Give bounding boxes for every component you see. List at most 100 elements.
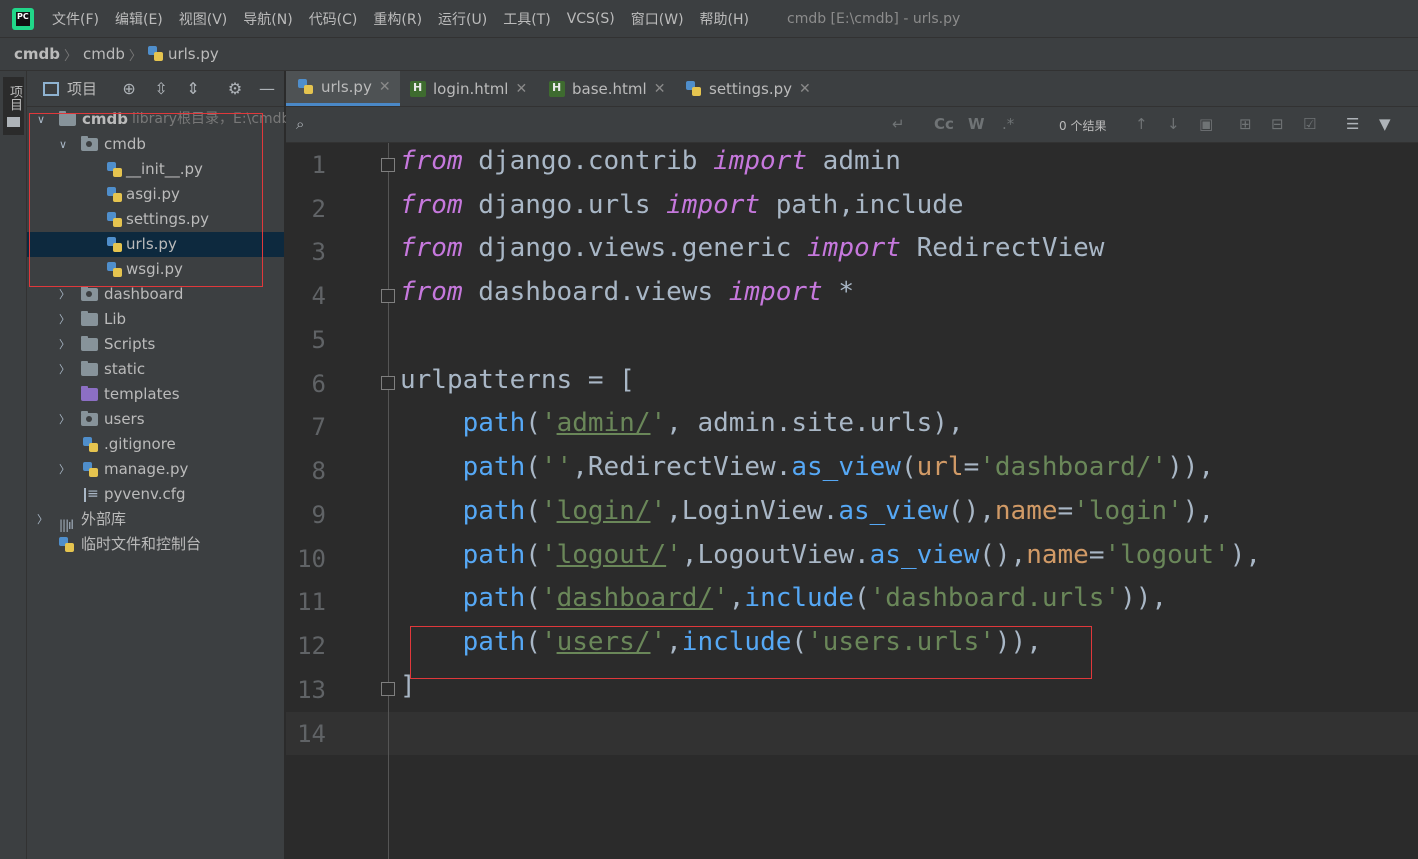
- regex-icon[interactable]: .*: [1002, 115, 1014, 133]
- search-icon[interactable]: ⌕: [296, 115, 304, 133]
- menu-view[interactable]: 视图(V): [171, 9, 236, 29]
- scratches-icon: [59, 537, 74, 552]
- tree-item-label: .gitignore: [104, 435, 176, 453]
- tree-item-lib[interactable]: 〉 Lib: [27, 307, 284, 332]
- code-line[interactable]: path('users/',include('users.urls')),: [400, 627, 1042, 657]
- menu-navigate[interactable]: 导航(N): [235, 9, 300, 29]
- add-occurrence-icon[interactable]: ⊞: [1239, 115, 1252, 133]
- breadcrumb-project[interactable]: cmdb: [0, 45, 64, 63]
- menu-window[interactable]: 窗口(W): [623, 9, 692, 29]
- close-icon[interactable]: ✕: [654, 81, 666, 97]
- gear-icon[interactable]: ⚙: [225, 79, 245, 99]
- tree-item-scripts[interactable]: 〉 Scripts: [27, 332, 284, 357]
- menu-run[interactable]: 运行(U): [430, 9, 495, 29]
- filter-lines-icon[interactable]: ☰: [1346, 115, 1359, 133]
- chevron-right-icon[interactable]: 〉: [59, 407, 71, 432]
- code-line[interactable]: from django.urls import path,include: [400, 190, 964, 220]
- tab-login[interactable]: login.html ✕: [410, 71, 527, 106]
- chevron-right-icon[interactable]: 〉: [59, 332, 71, 357]
- code-line[interactable]: ]: [400, 671, 416, 701]
- tree-item-init[interactable]: __init__.py: [27, 157, 284, 182]
- menu-code[interactable]: 代码(C): [301, 9, 366, 29]
- menu-vcs[interactable]: VCS(S): [559, 11, 623, 27]
- menu-help[interactable]: 帮助(H): [692, 9, 757, 29]
- tab-urls[interactable]: urls.py ✕: [286, 71, 400, 106]
- tree-item-urls[interactable]: urls.py: [27, 232, 284, 257]
- search-results-count: 0 个结果: [1059, 119, 1107, 133]
- hide-icon[interactable]: —: [257, 79, 277, 99]
- expand-all-icon[interactable]: ⇳: [151, 79, 171, 99]
- breadcrumb-file[interactable]: urls.py: [164, 45, 223, 63]
- remove-occurrence-icon[interactable]: ⊟: [1271, 115, 1284, 133]
- project-panel-title[interactable]: 项目: [67, 78, 97, 99]
- match-case-icon[interactable]: Cc: [934, 115, 954, 133]
- tree-item-manage[interactable]: 〉 manage.py: [27, 457, 284, 482]
- menu-tools[interactable]: 工具(T): [495, 9, 558, 29]
- locate-icon[interactable]: ⊕: [119, 79, 139, 99]
- tree-item-root[interactable]: ∨ cmdb library根目录，E:\cmdb: [27, 107, 290, 132]
- caret-row: [286, 712, 1418, 755]
- tree-item-label: pyvenv.cfg: [104, 485, 186, 503]
- chevron-right-icon[interactable]: 〉: [59, 357, 71, 382]
- tab-settings[interactable]: settings.py ✕: [686, 71, 811, 106]
- code-line[interactable]: path('login/',LoginView.as_view(),name='…: [400, 496, 1214, 526]
- pycharm-logo-icon: PC: [12, 7, 34, 30]
- code-line[interactable]: from django.views.generic import Redirec…: [400, 233, 1104, 263]
- menu-file[interactable]: 文件(F): [44, 9, 107, 29]
- python-file-icon: [107, 237, 122, 252]
- chevron-right-icon[interactable]: 〉: [59, 307, 71, 332]
- fold-icon[interactable]: [381, 376, 395, 390]
- code-line[interactable]: urlpatterns = [: [400, 365, 635, 395]
- filter-icon[interactable]: ▼: [1379, 115, 1391, 133]
- collapse-all-icon[interactable]: ⇕: [183, 79, 203, 99]
- close-icon[interactable]: ✕: [799, 81, 811, 97]
- chevron-right-icon[interactable]: 〉: [59, 457, 71, 482]
- search-input[interactable]: [316, 113, 876, 135]
- code-line[interactable]: path('dashboard/',include('dashboard.url…: [400, 583, 1167, 613]
- code-editor[interactable]: 1 2 3 4 5 6 7 8 9 10 11 12 13 14 from dj…: [286, 143, 1418, 859]
- chevron-right-icon[interactable]: 〉: [59, 282, 71, 307]
- ignore-file-icon: [83, 437, 98, 452]
- tree-item-scratches[interactable]: 临时文件和控制台: [27, 532, 284, 557]
- tree-item-asgi[interactable]: asgi.py: [27, 182, 284, 207]
- close-icon[interactable]: ✕: [379, 79, 391, 95]
- fold-icon[interactable]: [381, 158, 395, 172]
- fold-icon[interactable]: [381, 682, 395, 696]
- tree-root-label: cmdb: [82, 110, 128, 128]
- code-line[interactable]: from django.contrib import admin: [400, 146, 901, 176]
- select-all-icon[interactable]: ▣: [1199, 115, 1213, 133]
- find-bar: ⌕ ↵ Cc W .* 0 个结果 ↑ ↓ ▣ ⊞ ⊟ ☑ ☰ ▼: [286, 107, 1418, 143]
- new-line-icon[interactable]: ↵: [892, 115, 905, 133]
- tree-item-users[interactable]: 〉 users: [27, 407, 284, 432]
- tree-item-label: 临时文件和控制台: [81, 535, 202, 553]
- menu-refactor[interactable]: 重构(R): [365, 9, 430, 29]
- tree-item-pyvenv[interactable]: pyvenv.cfg: [27, 482, 284, 507]
- html-file-icon: [549, 80, 565, 97]
- code-line[interactable]: path('logout/',LogoutView.as_view(),name…: [400, 540, 1261, 570]
- fold-icon[interactable]: [381, 289, 395, 303]
- arrow-down-icon[interactable]: ↓: [1167, 115, 1180, 133]
- tree-item-static[interactable]: 〉 static: [27, 357, 284, 382]
- tab-base[interactable]: base.html ✕: [549, 71, 665, 106]
- tree-item-external-libs[interactable]: 〉 |||ıl 外部库: [27, 507, 284, 532]
- tree-item-settings[interactable]: settings.py: [27, 207, 284, 232]
- tree-item-wsgi[interactable]: wsgi.py: [27, 257, 284, 282]
- line-number: 9: [311, 501, 326, 529]
- tree-item-label: urls.py: [126, 235, 177, 253]
- menu-edit[interactable]: 编辑(E): [107, 9, 171, 29]
- tree-item-dashboard[interactable]: 〉 dashboard: [27, 282, 284, 307]
- tree-item-templates[interactable]: templates: [27, 382, 284, 407]
- tree-item-gitignore[interactable]: .gitignore: [27, 432, 284, 457]
- arrow-up-icon[interactable]: ↑: [1135, 115, 1148, 133]
- breadcrumb-folder[interactable]: cmdb: [77, 45, 129, 63]
- close-icon[interactable]: ✕: [515, 81, 527, 97]
- code-line[interactable]: path('',RedirectView.as_view(url='dashbo…: [400, 452, 1214, 482]
- select-all-occurrences-icon[interactable]: ☑: [1303, 115, 1316, 133]
- chevron-down-icon[interactable]: ∨: [37, 107, 49, 132]
- code-line[interactable]: from dashboard.views import *: [400, 277, 854, 307]
- chevron-down-icon[interactable]: ∨: [59, 132, 71, 157]
- chevron-right-icon[interactable]: 〉: [37, 507, 49, 532]
- words-icon[interactable]: W: [968, 115, 985, 133]
- tree-item-cmdb[interactable]: ∨ cmdb: [27, 132, 284, 157]
- code-line[interactable]: path('admin/', admin.site.urls),: [400, 408, 964, 438]
